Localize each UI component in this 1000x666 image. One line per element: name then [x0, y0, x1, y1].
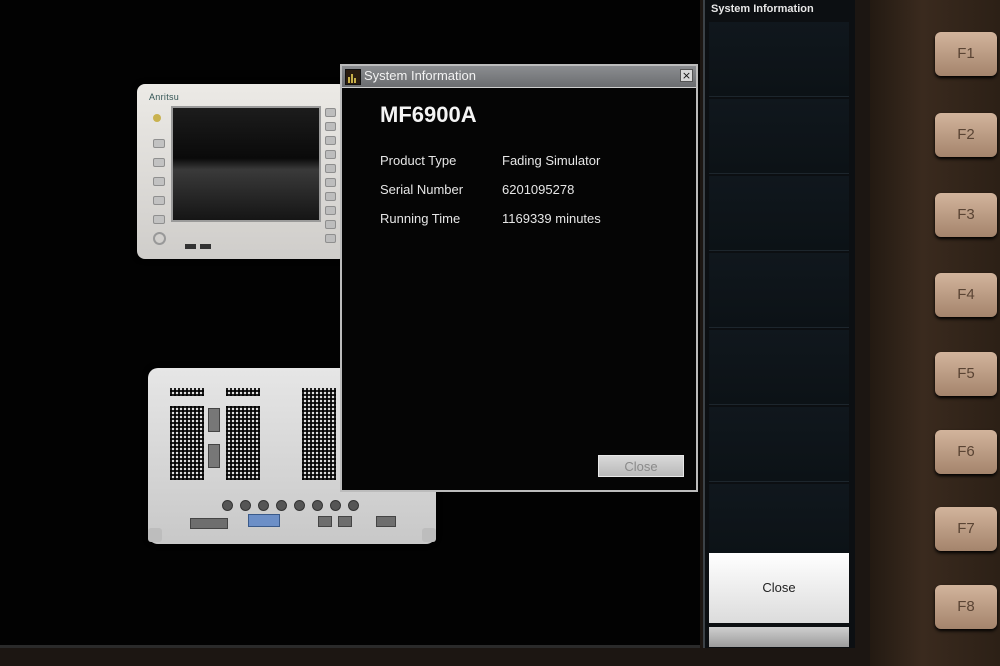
- rear-vent: [302, 388, 336, 480]
- rear-connector: [208, 444, 220, 468]
- rear-vent: [170, 388, 204, 396]
- rear-foot: [422, 528, 436, 542]
- rear-port-row: [222, 496, 366, 515]
- close-icon[interactable]: ×: [680, 69, 693, 82]
- f5-key[interactable]: F5: [935, 352, 997, 396]
- dialog-titlebar[interactable]: System Information ×: [342, 66, 696, 88]
- f8-key[interactable]: F8: [935, 585, 997, 629]
- softkey-panel-title: System Information: [711, 3, 814, 15]
- f3-key[interactable]: F3: [935, 193, 997, 237]
- front-usb-ports: [185, 234, 215, 253]
- info-value: 6201095278: [502, 182, 575, 197]
- softkey-slot-3[interactable]: [709, 176, 849, 251]
- lan-port: [318, 516, 332, 527]
- f2-key[interactable]: F2: [935, 113, 997, 157]
- softkey-slot-4[interactable]: [709, 253, 849, 328]
- system-information-dialog: System Information × MF6900A Product Typ…: [340, 64, 698, 492]
- instrument-front-image: Anritsu: [137, 84, 347, 259]
- softkey-slot-9[interactable]: [709, 627, 849, 647]
- status-led: [153, 114, 161, 122]
- hardware-bezel: [870, 0, 1000, 666]
- softkey-slot-5[interactable]: [709, 330, 849, 405]
- lan-port: [338, 516, 352, 527]
- instrument-screen: Anritsu System Information × MF6900A Pro…: [0, 0, 700, 648]
- rear-foot: [148, 528, 162, 542]
- info-value: Fading Simulator: [502, 153, 601, 168]
- model-name: MF6900A: [380, 102, 477, 127]
- softkey-slot-6[interactable]: [709, 407, 849, 482]
- rear-connector: [190, 518, 228, 529]
- f6-key[interactable]: F6: [935, 430, 997, 474]
- front-right-keys: [325, 108, 336, 248]
- softkey-panel: System Information Close: [703, 0, 855, 648]
- info-label: Running Time: [380, 211, 461, 226]
- softkey-slot-1[interactable]: [709, 22, 849, 97]
- info-label: Product Type: [380, 153, 457, 168]
- rear-connector: [208, 408, 220, 432]
- power-button-icon: [153, 232, 166, 245]
- softkey-slot-7[interactable]: [709, 484, 849, 559]
- softkey-slot-2[interactable]: [709, 99, 849, 174]
- softkey-close-button[interactable]: Close: [709, 553, 849, 623]
- front-left-keys: [153, 139, 165, 234]
- dialog-title: System Information: [364, 68, 476, 83]
- rear-vent: [226, 388, 260, 396]
- f1-key[interactable]: F1: [935, 32, 997, 76]
- rear-connector: [376, 516, 396, 527]
- f7-key[interactable]: F7: [935, 507, 997, 551]
- info-value: 1169339 minutes: [502, 211, 601, 226]
- f4-key[interactable]: F4: [935, 273, 997, 317]
- rear-vent: [170, 406, 204, 480]
- app-icon: [345, 69, 361, 85]
- brand-logo: Anritsu: [149, 92, 180, 102]
- dialog-close-button[interactable]: Close: [598, 455, 684, 477]
- rear-vent: [226, 406, 260, 480]
- info-label: Serial Number: [380, 182, 464, 197]
- vga-port: [248, 514, 280, 527]
- front-display: [171, 106, 321, 222]
